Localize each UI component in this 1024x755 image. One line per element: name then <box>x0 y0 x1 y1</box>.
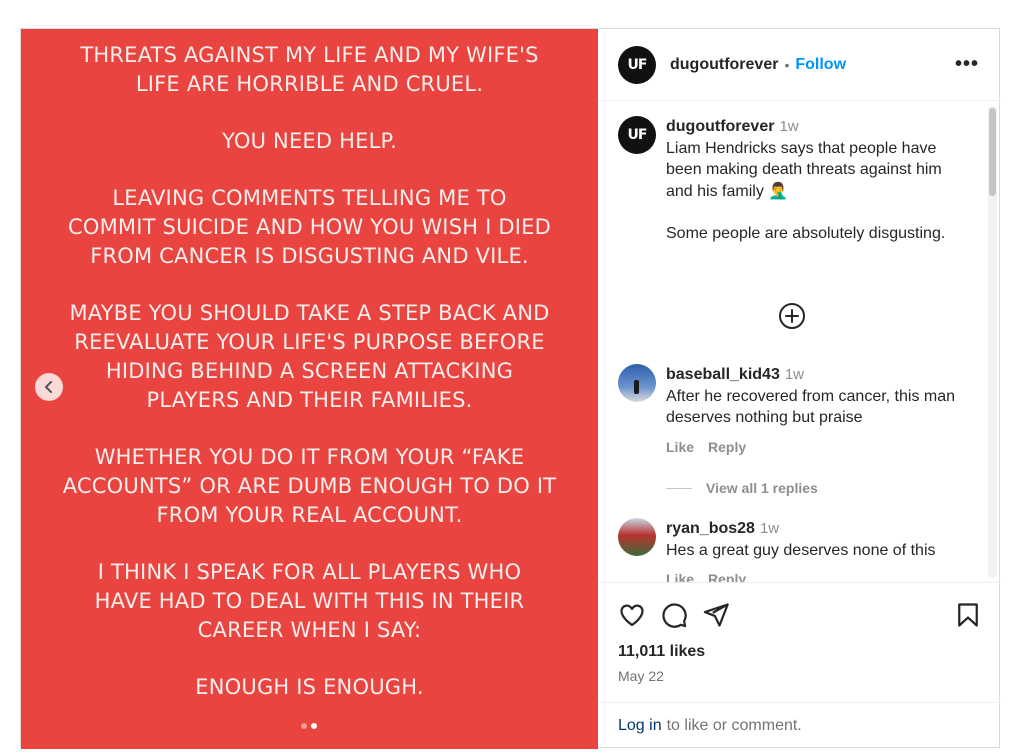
login-link[interactable]: Log in <box>618 717 662 735</box>
media-text: THREATS AGAINST MY LIFE AND MY WIFE'S LI… <box>21 41 598 730</box>
media-paragraph: MAYBE YOU SHOULD TAKE A STEP BACK AND RE… <box>69 301 550 412</box>
caption-username[interactable]: dugoutforever <box>666 118 774 135</box>
post-date: May 22 <box>618 668 664 684</box>
post-media[interactable]: THREATS AGAINST MY LIFE AND MY WIFE'S LI… <box>21 29 598 749</box>
carousel-dot <box>311 723 317 729</box>
commenter-avatar[interactable] <box>618 364 656 402</box>
scrollbar-thumb[interactable] <box>989 108 996 196</box>
chevron-left-icon <box>45 381 52 393</box>
carousel-indicator <box>301 723 317 729</box>
comments-list[interactable]: UF dugoutforever 1w Liam Hendricks says t… <box>598 102 1001 582</box>
media-paragraph: THREATS AGAINST MY LIFE AND MY WIFE'S LI… <box>80 43 539 96</box>
commenter-avatar[interactable] <box>618 518 656 556</box>
caption-text-2: Some people are absolutely disgusting. <box>666 225 946 242</box>
comments-scrollbar[interactable] <box>988 106 997 578</box>
author-username[interactable]: dugoutforever <box>670 56 778 74</box>
comment-username[interactable]: ryan_bos28 <box>666 520 755 537</box>
comment-text: Hes a great guy deserves none of this <box>666 541 936 559</box>
media-paragraph: LEAVING COMMENTS TELLING ME TO COMMIT SU… <box>68 186 551 268</box>
like-button[interactable] <box>618 601 646 634</box>
comment-bubble-icon <box>662 603 687 628</box>
login-suffix: to like or comment. <box>666 717 802 734</box>
share-button[interactable] <box>702 601 730 634</box>
like-comment-button[interactable]: Like <box>666 437 694 459</box>
view-replies-label: View all 1 replies <box>706 480 818 496</box>
heart-icon <box>620 604 644 627</box>
save-button[interactable] <box>954 601 982 634</box>
author-avatar[interactable]: UF <box>618 45 656 84</box>
media-paragraph: ENOUGH IS ENOUGH. <box>195 675 424 699</box>
more-options-icon[interactable]: ••• <box>955 53 979 76</box>
post-header: UF dugoutforever • Follow ••• <box>598 29 1001 101</box>
comment-item: baseball_kid43 1w After he recovered from… <box>618 364 978 458</box>
caption-text: Liam Hendricks says that people have bee… <box>666 139 942 200</box>
caption-time: 1w <box>779 118 799 135</box>
media-paragraph: WHETHER YOU DO IT FROM YOUR “FAKE ACCOUN… <box>62 445 557 527</box>
comment-button[interactable] <box>660 601 688 634</box>
media-paragraph: YOU NEED HELP. <box>222 129 397 153</box>
paper-plane-icon <box>703 603 729 627</box>
replies-divider <box>666 487 692 489</box>
caption: UF dugoutforever 1w Liam Hendricks says t… <box>618 116 978 245</box>
caption-avatar[interactable]: UF <box>618 116 656 154</box>
likes-count[interactable]: 11,011 likes <box>618 643 705 661</box>
plus-circle-icon <box>779 303 805 329</box>
comment-time: 1w <box>759 520 780 537</box>
view-replies-link[interactable]: View all 1 replies <box>666 480 818 496</box>
previous-slide-button[interactable] <box>35 373 63 401</box>
load-more-comments-button[interactable] <box>778 302 806 330</box>
comment-username[interactable]: baseball_kid43 <box>666 366 780 383</box>
reply-button[interactable]: Reply <box>708 437 746 459</box>
post-card: THREATS AGAINST MY LIFE AND MY WIFE'S LI… <box>20 28 1001 749</box>
reply-button[interactable]: Reply <box>708 569 746 582</box>
carousel-dot <box>301 723 307 729</box>
comment-time: 1w <box>784 366 805 383</box>
like-comment-button[interactable]: Like <box>666 569 694 582</box>
comment-text: After he recovered from cancer, this man… <box>666 387 956 427</box>
login-prompt: Log in to like or comment. <box>598 702 1001 749</box>
header-separator: • <box>784 56 790 73</box>
post-side-panel: UF dugoutforever • Follow ••• UF dugoutf… <box>598 29 1001 749</box>
bookmark-icon <box>958 603 978 627</box>
comment-item: ryan_bos28 1w Hes a great guy deserves no… <box>618 518 978 582</box>
follow-button[interactable]: Follow <box>795 56 846 74</box>
media-paragraph: I THINK I SPEAK FOR ALL PLAYERS WHO HAVE… <box>94 560 525 642</box>
